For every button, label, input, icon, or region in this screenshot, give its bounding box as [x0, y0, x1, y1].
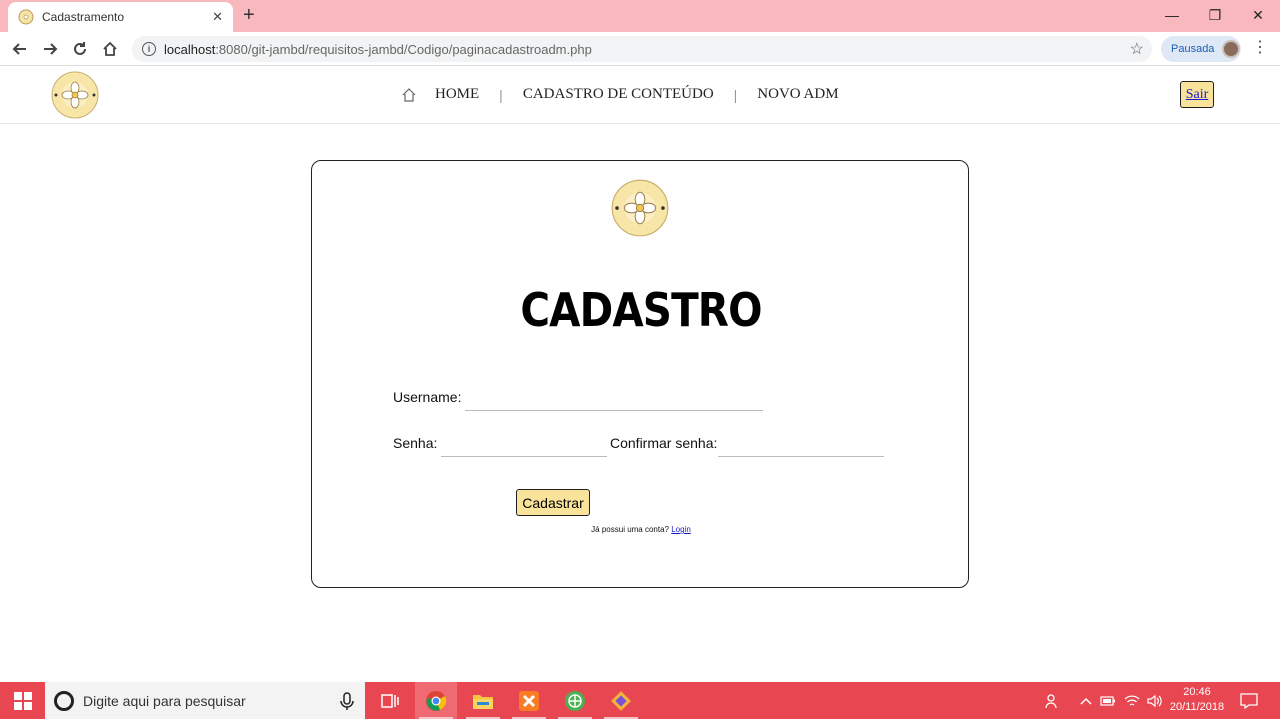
- registration-card: CADASTRO Username: Senha: Confirmar senh…: [311, 160, 969, 588]
- login-prompt-line: Já possui uma conta? Login: [312, 525, 970, 534]
- card-logo: [611, 179, 669, 237]
- taskbar-clock[interactable]: 20:46 20/11/2018: [1164, 685, 1230, 715]
- browser-tab[interactable]: Cadastramento ✕: [8, 2, 233, 32]
- volume-icon[interactable]: [1144, 682, 1164, 719]
- address-bar[interactable]: i localhost :8080/git-jambd/requisitos-j…: [132, 36, 1152, 62]
- xampp-icon[interactable]: [508, 682, 550, 719]
- home-icon[interactable]: [98, 37, 122, 61]
- chrome-taskbar-icon[interactable]: [415, 682, 457, 719]
- page-title: CADASTRO: [520, 283, 762, 337]
- search-placeholder: Digite aqui para pesquisar: [83, 692, 246, 709]
- nav-novo-adm[interactable]: NOVO ADM: [757, 86, 838, 103]
- flower-logo-icon: [18, 9, 34, 25]
- notification-icon[interactable]: [1236, 682, 1262, 719]
- nav-separator: |: [499, 86, 503, 103]
- back-arrow-icon[interactable]: [8, 37, 32, 61]
- avatar: [1222, 40, 1241, 58]
- people-icon[interactable]: [1042, 682, 1064, 719]
- tab-close-icon[interactable]: ✕: [212, 9, 223, 25]
- taskbar-search[interactable]: Digite aqui para pesquisar: [45, 682, 365, 719]
- site-header: HOME | CADASTRO DE CONTEÚDO | NOVO ADM S…: [0, 67, 1280, 124]
- windows-icon: [13, 691, 32, 710]
- reload-icon[interactable]: [68, 37, 92, 61]
- login-prompt: Já possui uma conta?: [591, 525, 669, 534]
- file-explorer-icon[interactable]: [462, 682, 504, 719]
- nav-home[interactable]: HOME: [435, 86, 479, 103]
- battery-icon[interactable]: [1098, 682, 1118, 719]
- logout-button[interactable]: Sair: [1180, 81, 1214, 108]
- username-label: Username:: [393, 389, 462, 405]
- bookmark-star-icon[interactable]: ☆: [1130, 39, 1144, 59]
- chevron-up-icon[interactable]: [1076, 682, 1096, 719]
- browser-toolbar: i localhost :8080/git-jambd/requisitos-j…: [0, 32, 1280, 66]
- clock-time: 20:46: [1183, 686, 1211, 698]
- profile-label: Pausada: [1171, 43, 1215, 55]
- minimize-button[interactable]: —: [1150, 0, 1194, 30]
- confirmar-senha-label: Confirmar senha:: [610, 435, 718, 451]
- nav-cadastro-conteudo[interactable]: CADASTRO DE CONTEÚDO: [523, 86, 714, 103]
- url-path: :8080/git-jambd/requisitos-jambd/Codigo/…: [215, 41, 592, 57]
- app-globe-icon[interactable]: [554, 682, 596, 719]
- senha-field[interactable]: [441, 435, 607, 457]
- profile-button[interactable]: Pausada: [1161, 36, 1241, 62]
- username-field[interactable]: [465, 389, 763, 411]
- start-button[interactable]: [0, 682, 45, 719]
- wifi-icon[interactable]: [1122, 682, 1142, 719]
- confirmar-senha-field[interactable]: [718, 435, 884, 457]
- clock-date: 20/11/2018: [1169, 701, 1225, 713]
- info-icon[interactable]: i: [142, 42, 156, 56]
- cadastrar-button[interactable]: Cadastrar: [516, 489, 590, 516]
- cortana-icon: [54, 690, 74, 711]
- close-window-button[interactable]: ✕: [1236, 0, 1280, 30]
- microphone-icon[interactable]: [337, 691, 357, 711]
- main-nav: HOME | CADASTRO DE CONTEÚDO | NOVO ADM: [401, 86, 839, 103]
- taskbar: Digite aqui para pesquisar 20:46 20/11/2…: [0, 682, 1280, 719]
- restore-button[interactable]: ❐: [1193, 0, 1237, 30]
- browser-tabbar: Cadastramento ✕ + — ❐ ✕: [0, 0, 1280, 32]
- git-app-icon[interactable]: [600, 682, 642, 719]
- new-tab-button[interactable]: +: [243, 3, 255, 27]
- home-icon[interactable]: [401, 87, 417, 103]
- senha-label: Senha:: [393, 435, 438, 451]
- url-host: localhost: [164, 41, 216, 57]
- forward-arrow-icon[interactable]: [38, 37, 62, 61]
- tab-title: Cadastramento: [42, 10, 125, 24]
- menu-dots-icon[interactable]: ⋮: [1252, 37, 1268, 57]
- nav-separator: |: [733, 86, 738, 103]
- task-view-icon[interactable]: [369, 682, 411, 719]
- site-logo[interactable]: [51, 71, 99, 119]
- login-link[interactable]: Login: [671, 525, 691, 534]
